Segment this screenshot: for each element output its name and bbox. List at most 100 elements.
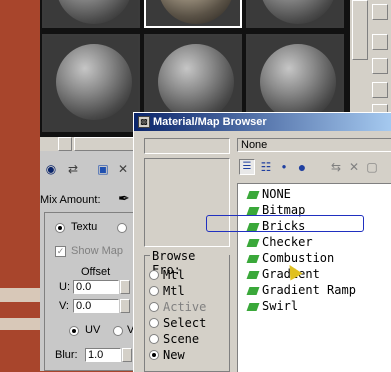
option-label: Mtl (163, 284, 185, 298)
update-scene-materials-icon[interactable]: ⇆ (327, 158, 345, 176)
reset-map-icon[interactable]: ✕ (114, 160, 132, 178)
get-material-icon[interactable]: ◉ (42, 160, 60, 178)
v-offset-field[interactable]: 0.0 (73, 299, 119, 313)
material-toolbar: ◉ ⇄ ▣ ✕ (40, 151, 136, 187)
map-icon (246, 254, 260, 263)
list-item[interactable]: Checker (238, 234, 313, 250)
material-sphere (260, 44, 336, 120)
map-icon (246, 206, 260, 215)
sample-type-icon[interactable] (372, 4, 388, 20)
uv-label: UV (85, 324, 101, 336)
eyedropper-icon[interactable]: ✒ (118, 190, 130, 207)
blur-field[interactable]: 1.0 (85, 348, 121, 362)
list-item[interactable]: NONE (238, 186, 291, 202)
radio-icon (149, 285, 159, 296)
assign-to-selection-icon[interactable]: ▣ (94, 160, 112, 178)
clear-library-icon[interactable]: ▢ (363, 158, 381, 176)
u-offset-field[interactable]: 0.0 (73, 280, 119, 294)
map-icon (246, 286, 260, 295)
mix-amount-row: Mix Amount: ✒ (40, 188, 136, 212)
view-list-icons-icon[interactable]: ☷ (257, 158, 275, 176)
browse-new-option[interactable]: New (149, 348, 185, 362)
v-offset-spinner[interactable] (120, 299, 130, 313)
hover-highlight (206, 215, 364, 232)
browser-titlebar[interactable]: ▩ Material/Map Browser (134, 113, 391, 131)
sample-slot[interactable] (42, 0, 140, 28)
option-label: Select (163, 316, 207, 330)
list-item[interactable]: Swirl (238, 298, 298, 314)
map-label: Gradient Ramp (262, 283, 356, 297)
map-icon (246, 190, 260, 199)
uv-tiling-icon[interactable] (372, 82, 388, 98)
vw-radio[interactable] (113, 326, 123, 336)
view-large-icons-icon[interactable]: ● (293, 158, 311, 176)
material-sphere (56, 44, 132, 120)
blur-label: Blur: (55, 349, 78, 361)
list-item[interactable]: Combustion (238, 250, 334, 266)
u-offset-spinner[interactable] (120, 280, 130, 294)
radio-selected-icon (149, 349, 159, 360)
map-label: NONE (262, 187, 291, 201)
max-logo-icon: ▩ (138, 116, 150, 128)
viewport-background (0, 0, 40, 371)
option-label: Mtl (163, 268, 185, 282)
sample-slot[interactable] (246, 0, 344, 28)
view-small-icons-icon[interactable]: ● (275, 158, 293, 176)
browse-active-slot-option[interactable]: Active (149, 300, 206, 314)
sample-slot-active[interactable] (144, 0, 242, 28)
view-list-icon[interactable]: ☰ (239, 159, 255, 175)
show-map-label: Show Map (71, 245, 123, 257)
map-label: Swirl (262, 299, 299, 313)
material-name-field[interactable] (144, 138, 230, 154)
map-icon (246, 302, 260, 311)
material-sphere (56, 0, 132, 24)
browser-toolbar: ☰ ☷ ● ● ⇆ ✕ ▢ (237, 157, 391, 177)
radio-icon (149, 317, 159, 328)
material-sphere (260, 0, 336, 24)
scroll-thumb[interactable] (74, 137, 134, 151)
blur-spinner[interactable] (122, 348, 132, 362)
uv-radio[interactable] (69, 326, 79, 336)
list-item[interactable]: Gradient (238, 266, 320, 282)
radio-icon (149, 269, 159, 280)
radio-icon (149, 333, 159, 344)
browse-scene-option[interactable]: Scene (149, 332, 199, 346)
texture-radio[interactable] (55, 223, 65, 233)
current-map-display: None (237, 138, 391, 152)
mix-amount-label: Mix Amount: (40, 194, 101, 206)
browse-from-group: Browse Fro: Mtl Mtl Active Select Scene … (144, 249, 230, 372)
u-label: U: (59, 281, 70, 293)
environ-radio[interactable] (117, 223, 127, 233)
delete-from-library-icon[interactable]: ✕ (345, 158, 363, 176)
list-item[interactable]: Gradient Ramp (238, 282, 356, 298)
background-stripe (0, 288, 40, 302)
browser-title: Material/Map Browser (153, 116, 267, 128)
browse-selected-option[interactable]: Select (149, 316, 206, 330)
backlight-icon[interactable] (372, 34, 388, 50)
texture-label: Textu (71, 221, 98, 233)
map-label: Checker (262, 235, 313, 249)
sample-slot[interactable] (42, 34, 140, 132)
map-label: Combustion (262, 251, 335, 265)
put-to-scene-icon[interactable]: ⇄ (64, 160, 82, 178)
vertical-scrollbar[interactable] (352, 0, 368, 60)
option-label: Active (163, 300, 207, 314)
radio-icon (149, 301, 159, 312)
map-list[interactable]: NONE Bitmap Bricks Checker Combustion Gr… (237, 183, 391, 372)
background-stripe (0, 318, 40, 330)
scroll-left-button[interactable] (58, 137, 72, 151)
browse-mtl-library-option[interactable]: Mtl (149, 268, 185, 282)
show-map-checkbox[interactable]: ✓ (55, 246, 66, 257)
option-label: New (163, 348, 185, 362)
v-label: V: (59, 300, 69, 312)
map-preview (144, 158, 230, 247)
offset-label: Offset (81, 266, 111, 278)
material-map-browser-window: ▩ Material/Map Browser None ☰ ☷ ● ● ⇆ ✕ … (133, 112, 391, 372)
browse-mtl-editor-option[interactable]: Mtl (149, 284, 185, 298)
background-icon[interactable] (372, 58, 388, 74)
current-map-label: None (241, 139, 268, 151)
map-icon (246, 270, 260, 279)
material-sphere (158, 0, 234, 24)
map-icon (246, 238, 260, 247)
option-label: Scene (163, 332, 200, 346)
